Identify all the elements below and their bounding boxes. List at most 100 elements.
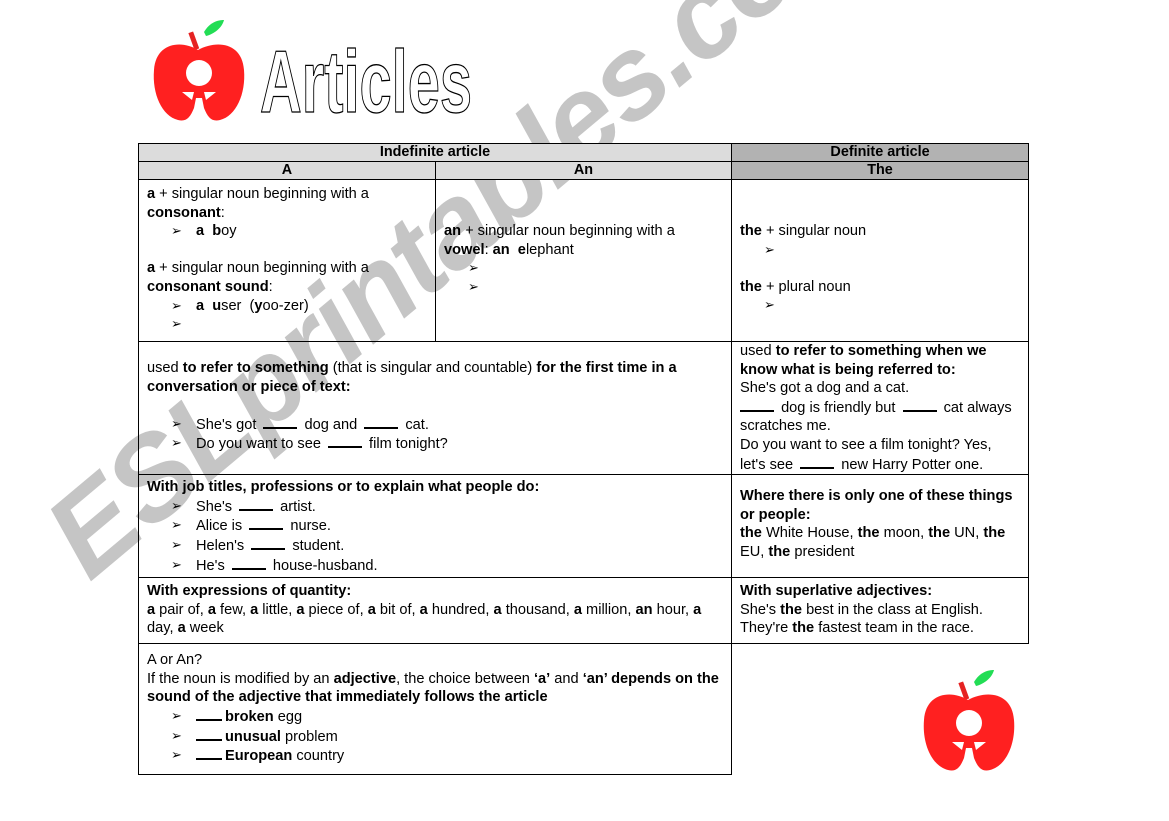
article-the: the	[768, 543, 791, 560]
header-row-1: Indefinite article Definite article	[137, 143, 1030, 162]
item-text: president	[790, 543, 855, 560]
blank	[800, 455, 835, 469]
list-item: broken egg	[171, 707, 723, 727]
articles-table: Indefinite article Definite article A An…	[137, 143, 1030, 776]
blank	[328, 434, 362, 449]
cell-indef-first-mention: used to refer to something (that is sing…	[137, 340, 733, 476]
jobs-heading: With job titles, professions or to expla…	[147, 479, 540, 496]
blank	[263, 415, 298, 429]
example-line: They're the fastest team in the race.	[740, 620, 974, 637]
cell-a-rules: a + singular noun beginning with a conso…	[138, 179, 436, 342]
list-item-empty	[468, 278, 723, 297]
article-the: the	[857, 525, 880, 542]
cell-the-rules: the + singular noun the + plural noun	[731, 179, 1030, 342]
list-item: a user (yoo-zer)	[171, 297, 427, 316]
row-forms: a + singular noun beginning with a conso…	[138, 179, 1030, 342]
article: a	[573, 601, 582, 618]
superlative-heading: With superlative adjectives:	[740, 583, 933, 600]
header-an: An	[434, 161, 733, 180]
item-text: pair of,	[155, 601, 208, 618]
article: an	[635, 601, 653, 618]
list-item: Alice is nurse.	[171, 516, 723, 536]
item-text: moon,	[879, 525, 929, 542]
blank	[239, 497, 274, 511]
article: a	[493, 601, 502, 618]
apple-logo-top	[152, 18, 246, 124]
article-the: the	[740, 525, 762, 542]
blank	[364, 415, 399, 429]
list-item: He's house-husband.	[171, 556, 723, 576]
blank	[196, 746, 222, 761]
item-text: few,	[215, 601, 251, 618]
row-a-or-an: A or An? If the noun is modified by an a…	[137, 643, 1029, 776]
item-text: hundred,	[427, 601, 494, 618]
header-indefinite: Indefinite article	[137, 143, 733, 162]
list-item: Do you want to see film tonight?	[171, 434, 723, 454]
quantity-items: a pair of, a few, a little, a piece of, …	[147, 601, 723, 638]
article-the: the	[928, 525, 951, 542]
blank	[740, 398, 775, 412]
blank	[251, 536, 286, 550]
list-item: a boy	[171, 222, 427, 241]
the-rule-1: the + singular noun	[740, 223, 867, 239]
blank	[231, 556, 266, 570]
item-text: day,	[147, 620, 178, 637]
unique-items: the White House, the moon, the UN, the E…	[740, 524, 1020, 561]
a-rule-1: a + singular noun beginning with a conso…	[147, 186, 369, 221]
list-item: She's artist.	[171, 497, 723, 517]
a-or-an-rule: If the noun is modified by an adjective,…	[147, 670, 719, 706]
list-item-empty	[171, 315, 427, 334]
header-the: The	[731, 161, 1030, 180]
list-item: European country	[171, 746, 723, 766]
row-quantity-superlative: With expressions of quantity: a pair of,…	[137, 577, 1030, 645]
item-text: White House,	[761, 525, 858, 542]
cell-an-rules: an + singular noun beginning with a vowe…	[434, 179, 733, 342]
blank	[196, 727, 222, 741]
quantity-heading: With expressions of quantity:	[147, 583, 352, 600]
item-text: little,	[258, 601, 297, 618]
blank	[196, 707, 222, 721]
cell-indef-jobs: With job titles, professions or to expla…	[137, 474, 733, 579]
article: a	[207, 601, 216, 618]
a-rule-2: a + singular noun beginning with a conso…	[147, 260, 369, 295]
example-line: Do you want to see a film tonight? Yes, …	[740, 436, 992, 473]
row-jobs-unique: With job titles, professions or to expla…	[137, 474, 1030, 579]
apple-icon	[923, 670, 1015, 771]
cell-def-superlative: With superlative adjectives: She's the b…	[731, 577, 1030, 645]
example-line: She's the best in the class at English.	[740, 601, 983, 618]
article: a	[693, 601, 702, 618]
title-text: Articles	[260, 36, 472, 120]
example-line: She's got a dog and a cat.	[740, 380, 910, 397]
item-text: hour,	[652, 601, 694, 618]
known-rule: used to refer to something when we know …	[740, 343, 987, 378]
blank	[249, 516, 284, 531]
list-item-empty	[468, 259, 723, 278]
header-a: A	[138, 161, 436, 180]
list-item: She's got dog and cat.	[171, 415, 723, 435]
example-line: dog is friendly but cat always scratches…	[740, 398, 1012, 435]
header-definite: Definite article	[731, 143, 1030, 162]
item-text: thousand,	[501, 601, 574, 618]
a-or-an-heading: A or An?	[147, 652, 203, 669]
article: a	[147, 601, 156, 618]
article: a	[367, 601, 376, 618]
unique-heading: Where there is only one of these things …	[740, 488, 1013, 523]
item-text: million,	[581, 601, 636, 618]
article: a	[250, 601, 259, 618]
item-text: UN,	[950, 525, 984, 542]
list-item-empty	[764, 296, 1020, 315]
item-text: EU,	[740, 543, 769, 560]
row-first-mention: used to refer to something (that is sing…	[137, 340, 1030, 476]
list-item: Helen's student.	[171, 536, 723, 556]
page-title: Articles	[258, 36, 478, 120]
item-text: week	[185, 620, 224, 637]
apple-logo-bottom	[922, 668, 1016, 774]
item-text: piece of,	[304, 601, 368, 618]
article: a	[177, 620, 186, 637]
cell-a-or-an: A or An? If the noun is modified by an a…	[137, 643, 733, 776]
cell-indef-quantity: With expressions of quantity: a pair of,…	[137, 577, 733, 645]
list-item: unusual problem	[171, 727, 723, 747]
header-row-2: A An The	[138, 161, 1030, 180]
article: a	[419, 601, 428, 618]
item-text: bit of,	[375, 601, 420, 618]
